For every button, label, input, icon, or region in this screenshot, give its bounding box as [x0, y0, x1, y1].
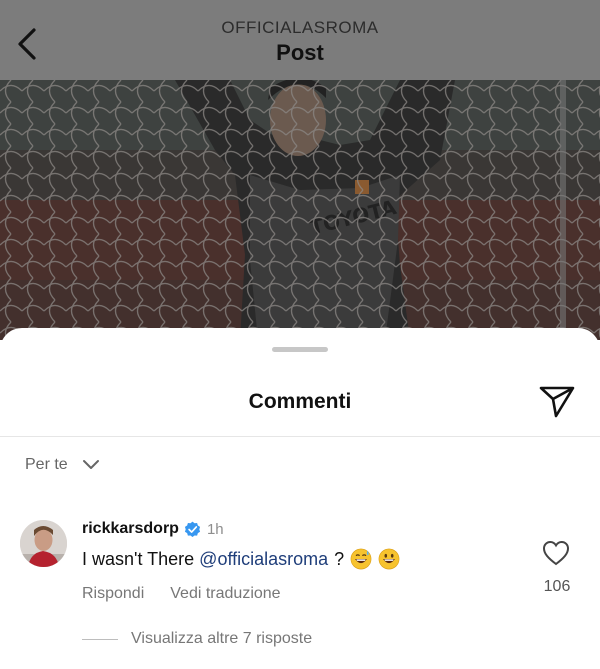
comment-timestamp: 1h — [206, 520, 224, 538]
like-count: 106 — [543, 578, 571, 595]
send-icon — [539, 386, 575, 418]
comment-mention-link[interactable]: @officialasroma — [199, 549, 328, 570]
verified-badge-icon — [184, 521, 201, 537]
share-button[interactable] — [538, 384, 576, 418]
like-button[interactable] — [542, 540, 570, 566]
comment-text: I wasn't There — [82, 548, 195, 569]
see-translation-button[interactable]: Vedi traduzione — [170, 585, 280, 603]
sheet-title: Commenti — [248, 390, 352, 413]
heart-icon — [542, 540, 570, 566]
sheet-grabber[interactable] — [272, 347, 328, 352]
post-header: OFFICIALASROMA Post — [0, 0, 600, 80]
comment-username[interactable]: rickkarsdorp — [82, 520, 179, 538]
page-title: Post — [276, 40, 324, 65]
comments-sheet: Commenti Per te rickkarsdorp 1h I wasn't… — [0, 328, 600, 669]
comment-header: rickkarsdorp 1h — [82, 520, 224, 538]
chevron-down-icon — [82, 460, 99, 469]
comment-text-end: ? — [334, 548, 345, 569]
avatar[interactable] — [20, 520, 67, 567]
header-account-name: OFFICIALASROMA — [221, 18, 379, 37]
view-more-replies-button[interactable]: Visualizza altre 7 risposte — [82, 630, 312, 648]
replies-divider-line — [82, 638, 118, 640]
sheet-divider — [0, 436, 600, 437]
header-titles: OFFICIALASROMA Post — [0, 17, 600, 67]
comment-actions: Rispondi Vedi traduzione — [82, 585, 281, 603]
view-more-replies-label: Visualizza altre 7 risposte — [131, 630, 313, 647]
post-image[interactable]: TOYOTA — [0, 80, 600, 340]
grinning-emoji-icon — [378, 548, 400, 570]
comment-body: I wasn't There @officialasroma ? — [82, 548, 400, 570]
sort-label: Per te — [25, 456, 68, 473]
avatar-image — [20, 520, 67, 567]
reply-button[interactable]: Rispondi — [82, 585, 144, 603]
grinning-sweat-emoji-icon — [350, 548, 372, 570]
sort-dropdown[interactable]: Per te — [25, 456, 100, 474]
